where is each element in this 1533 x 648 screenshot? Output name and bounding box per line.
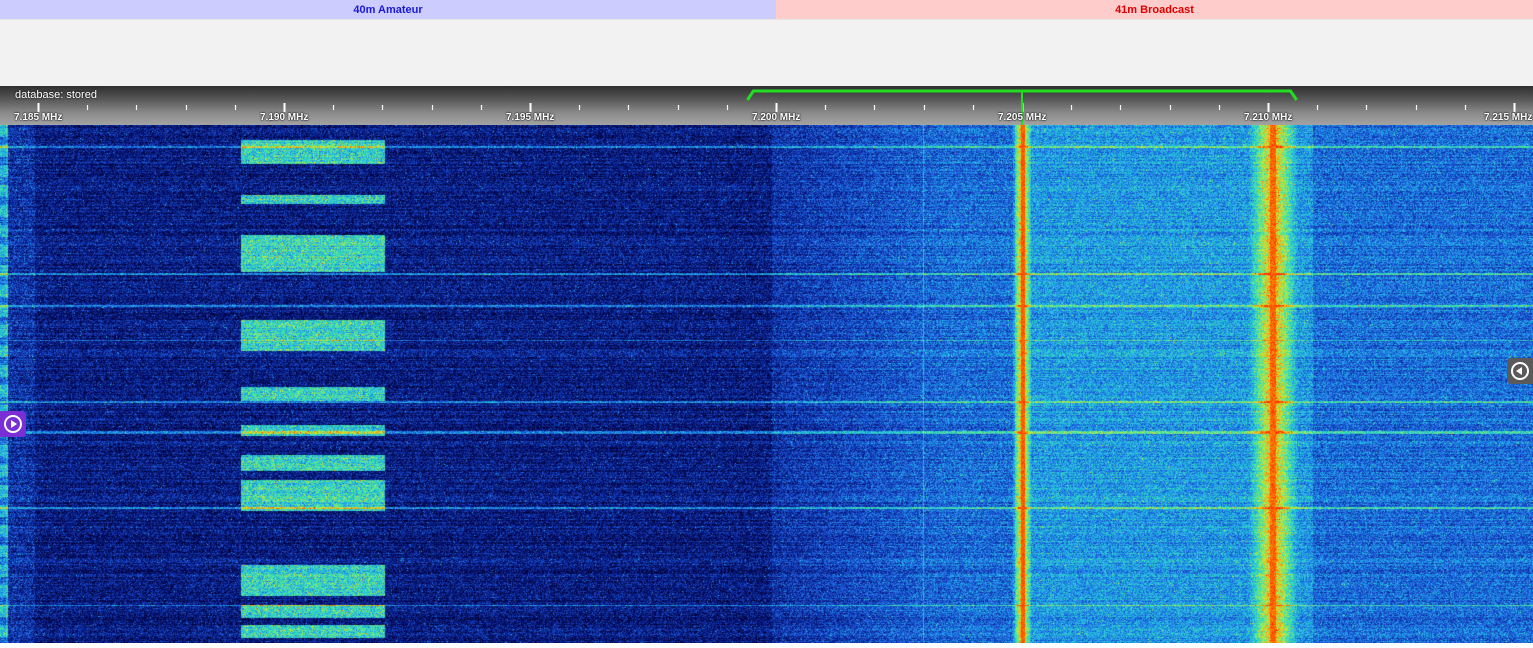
frequency-label: 7.205 MHz [998, 112, 1047, 123]
frequency-label: 7.200 MHz [752, 112, 801, 123]
frequency-label: 7.195 MHz [506, 112, 555, 123]
frequency-label: 7.190 MHz [260, 112, 309, 123]
frequency-scale[interactable]: database: stored 7.185 MHz 7.190 MHz 7.195… [0, 86, 1533, 125]
waterfall-canvas[interactable] [0, 125, 1533, 643]
band-40m-amateur[interactable]: 40m Amateur [0, 0, 776, 19]
band-plan-strip: 40m Amateur 41m Broadcast [0, 0, 1533, 19]
play-circle-icon [4, 415, 22, 433]
band-41m-broadcast[interactable]: 41m Broadcast [776, 0, 1533, 19]
frequency-label: 7.215 MHz [1484, 112, 1533, 123]
play-button[interactable] [0, 411, 26, 437]
waterfall-display[interactable] [0, 125, 1533, 643]
back-button[interactable] [1507, 358, 1533, 384]
frequency-label: 7.210 MHz [1244, 112, 1293, 123]
database-status: database: stored [15, 89, 97, 101]
websdr-window: 40m Amateur 41m Broadcast database: stor… [0, 0, 1533, 648]
station-label-area[interactable] [0, 19, 1533, 86]
bottom-border [0, 643, 1533, 648]
frequency-label: 7.185 MHz [14, 112, 63, 123]
back-circle-icon [1511, 362, 1529, 380]
